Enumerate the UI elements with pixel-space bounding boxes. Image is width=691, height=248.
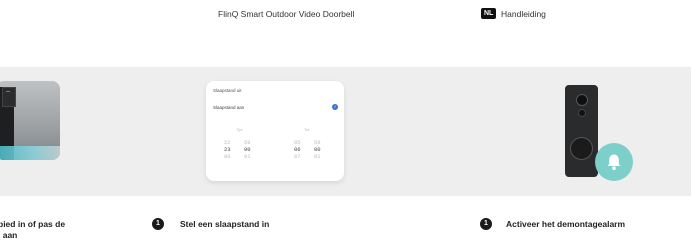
step-number-badge: 1	[152, 218, 164, 230]
app-zone-photo	[0, 81, 60, 160]
column-label-from: Tijd	[236, 127, 243, 132]
column-label-to: Tot	[304, 127, 310, 132]
picker-value-selected: 00	[244, 146, 251, 153]
step-number-badge: 1	[480, 218, 492, 230]
time-picker-to-minutes[interactable]: 59 00 01	[314, 139, 321, 160]
picker-value: 59	[244, 139, 251, 146]
time-picker-from-minutes[interactable]: 59 00 01	[244, 139, 251, 160]
step-caption-left: bied in of pas de l aan	[0, 219, 65, 241]
step-caption-tamper-alarm: Activeer het demontagealarm	[506, 219, 626, 229]
picker-value-selected: 00	[314, 146, 321, 153]
picker-value: 01	[244, 153, 251, 160]
device-led	[6, 91, 10, 92]
language-label: Handleiding	[501, 9, 546, 19]
language-badge: NL	[481, 8, 497, 19]
picker-value: 22	[224, 139, 231, 146]
doorbell-device	[565, 85, 598, 177]
sleep-mode-setting[interactable]: Slaapstand aan	[213, 105, 244, 110]
picker-value-selected: 06	[294, 146, 301, 153]
bell-icon	[595, 143, 633, 181]
picker-value: 00	[224, 153, 231, 160]
step-caption-sleep-mode: Stel een slaapstand in	[180, 219, 270, 229]
step-caption-line: l aan	[0, 230, 18, 240]
doorbell-button	[570, 137, 593, 160]
picker-value: 07	[294, 153, 301, 160]
picker-value: 59	[314, 139, 321, 146]
sleep-mode-card: Slaapstand uit Slaapstand aan ✓ Tijd Tot…	[206, 81, 344, 181]
step-caption-line: bied in of pas de	[0, 219, 66, 229]
picker-value-selected: 23	[224, 146, 231, 153]
picker-value: 01	[314, 153, 321, 160]
card-title: Slaapstand uit	[213, 88, 242, 93]
detection-zone-overlay	[0, 146, 60, 160]
product-title: FlinQ Smart Outdoor Video Doorbell	[218, 9, 355, 19]
motion-sensor	[578, 109, 586, 117]
picker-value: 05	[294, 139, 301, 146]
time-picker-to-hours[interactable]: 05 06 07	[294, 139, 301, 160]
time-picker-from-hours[interactable]: 22 23 00	[224, 139, 231, 160]
camera-lens	[576, 94, 588, 106]
doorbell-mini	[2, 87, 16, 107]
check-icon[interactable]: ✓	[332, 104, 338, 110]
